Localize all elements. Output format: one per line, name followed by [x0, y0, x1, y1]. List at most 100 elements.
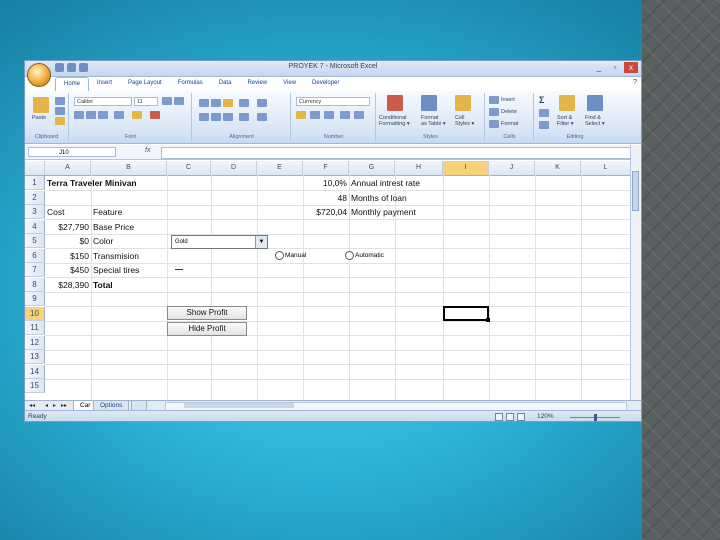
column-header-e[interactable]: E — [257, 161, 303, 175]
name-box[interactable]: J10 — [28, 147, 116, 157]
hide-profit-button[interactable]: Hide Profit — [167, 322, 247, 336]
cut-icon[interactable] — [55, 97, 65, 105]
insert-cells-icon[interactable] — [489, 96, 499, 104]
fill-color-icon[interactable] — [132, 111, 142, 119]
cell-a6[interactable]: $150 — [45, 249, 89, 263]
merge-center-icon[interactable] — [257, 113, 267, 121]
underline-icon[interactable] — [98, 111, 108, 119]
align-top-icon[interactable] — [199, 99, 209, 107]
paste-icon[interactable] — [33, 97, 49, 113]
vertical-scrollbar[interactable] — [630, 145, 641, 407]
special-tires-checkbox[interactable] — [175, 262, 183, 270]
row-header-7[interactable]: 7 — [25, 263, 45, 277]
row-header-1[interactable]: 1 — [25, 176, 45, 190]
align-middle-icon[interactable] — [211, 99, 221, 107]
page-layout-view-icon[interactable] — [506, 413, 514, 421]
sort-filter-icon[interactable] — [559, 95, 575, 111]
align-right-icon[interactable] — [223, 113, 233, 121]
italic-icon[interactable] — [86, 111, 96, 119]
font-name-select[interactable]: Calibri — [74, 97, 132, 106]
indent-icon[interactable] — [239, 113, 249, 121]
cell-f3[interactable]: $720,04 — [303, 205, 347, 219]
row-header-5[interactable]: 5 — [25, 234, 45, 248]
row-header-9[interactable]: 9 — [25, 292, 45, 306]
radio-circle-icon[interactable] — [345, 251, 354, 260]
prev-sheet-icon[interactable]: ◂ — [45, 402, 48, 409]
cell-g1[interactable]: Annual intrest rate — [351, 176, 420, 190]
show-profit-button[interactable]: Show Profit — [167, 306, 247, 320]
vertical-scroll-thumb[interactable] — [632, 171, 639, 211]
fx-icon[interactable]: fx — [145, 147, 150, 154]
conditional-formatting-label[interactable]: Conditional Formatting ▾ — [379, 115, 410, 127]
row-header-12[interactable]: 12 — [25, 335, 45, 350]
column-header-a[interactable]: A — [45, 161, 91, 175]
autosum-icon[interactable]: Σ — [539, 95, 544, 105]
tab-data[interactable]: Data — [211, 77, 240, 91]
column-header-c[interactable]: C — [167, 161, 211, 175]
format-cells-button[interactable]: Format — [501, 121, 518, 127]
insert-cells-button[interactable]: Insert — [501, 97, 515, 103]
row-header-4[interactable]: 4 — [25, 219, 45, 234]
radio-automatic[interactable]: Automatic — [345, 251, 384, 260]
cell-b7[interactable]: Special tires — [93, 263, 139, 277]
percent-icon[interactable] — [310, 111, 320, 119]
align-center-icon[interactable] — [211, 113, 221, 121]
zoom-slider-thumb[interactable] — [594, 414, 597, 421]
page-break-view-icon[interactable] — [517, 413, 525, 421]
align-left-icon[interactable] — [199, 113, 209, 121]
delete-cells-icon[interactable] — [489, 108, 499, 116]
column-header-f[interactable]: F — [303, 161, 349, 175]
row-header-2[interactable]: 2 — [25, 190, 45, 205]
cell-f2[interactable]: 48 — [303, 191, 347, 205]
tab-insert[interactable]: Insert — [89, 77, 120, 91]
tab-formulas[interactable]: Formulas — [170, 77, 211, 91]
cell-a5[interactable]: $0 — [45, 234, 89, 248]
cell-g2[interactable]: Months of loan — [351, 191, 407, 205]
column-header-d[interactable]: D — [211, 161, 257, 175]
tab-page-layout[interactable]: Page Layout — [120, 77, 170, 91]
chevron-down-icon[interactable]: ▼ — [255, 236, 267, 248]
color-dropdown[interactable]: Gold ▼ — [171, 235, 268, 249]
last-sheet-icon[interactable]: ▸▸ — [61, 402, 67, 409]
cell-b6[interactable]: Transmision — [93, 249, 139, 263]
cell-f1[interactable]: 10,0% — [303, 176, 347, 190]
column-header-k[interactable]: K — [535, 161, 581, 175]
delete-cells-button[interactable]: Delete — [501, 109, 517, 115]
formula-input[interactable] — [161, 147, 631, 159]
radio-manual[interactable]: Manual — [275, 251, 306, 260]
format-cells-icon[interactable] — [489, 120, 499, 128]
column-header-l[interactable]: L — [581, 161, 631, 175]
cell-a7[interactable]: $450 — [45, 263, 89, 277]
worksheet-grid[interactable]: A B C D E F G H I J K L 1 2 3 4 5 6 7 8 … — [25, 161, 633, 401]
cell-b4[interactable]: Base Price — [93, 220, 134, 234]
cell-a4[interactable]: $27,790 — [45, 220, 89, 234]
format-as-table-icon[interactable] — [421, 95, 437, 111]
fill-icon[interactable] — [539, 109, 549, 117]
next-sheet-icon[interactable]: ▸ — [53, 402, 56, 409]
cell-g3[interactable]: Monthly payment — [351, 205, 416, 219]
clear-icon[interactable] — [539, 121, 549, 129]
normal-view-icon[interactable] — [495, 413, 503, 421]
tab-home[interactable]: Home — [55, 77, 90, 92]
close-button[interactable]: x — [624, 62, 638, 73]
format-as-table-label[interactable]: Format as Table ▾ — [421, 115, 446, 127]
sort-filter-label[interactable]: Sort & Filter ▾ — [557, 115, 574, 127]
office-button[interactable] — [27, 63, 51, 87]
borders-icon[interactable] — [114, 111, 124, 119]
cell-a3[interactable]: Cost — [47, 205, 64, 219]
row-header-3[interactable]: 3 — [25, 205, 45, 219]
cell-b8[interactable]: Total — [93, 278, 113, 292]
radio-circle-icon[interactable] — [275, 251, 284, 260]
select-all-corner[interactable] — [25, 161, 45, 175]
column-header-g[interactable]: G — [349, 161, 395, 175]
column-header-j[interactable]: J — [489, 161, 535, 175]
horizontal-scroll-thumb[interactable] — [184, 403, 294, 408]
row-header-14[interactable]: 14 — [25, 364, 45, 379]
row-header-10[interactable]: 10 — [25, 306, 45, 321]
find-select-label[interactable]: Find & Select ▾ — [585, 115, 605, 127]
grow-font-icon[interactable] — [162, 97, 172, 105]
tab-review[interactable]: Review — [239, 77, 275, 91]
cell-styles-icon[interactable] — [455, 95, 471, 111]
row-header-13[interactable]: 13 — [25, 350, 45, 364]
shrink-font-icon[interactable] — [174, 97, 184, 105]
